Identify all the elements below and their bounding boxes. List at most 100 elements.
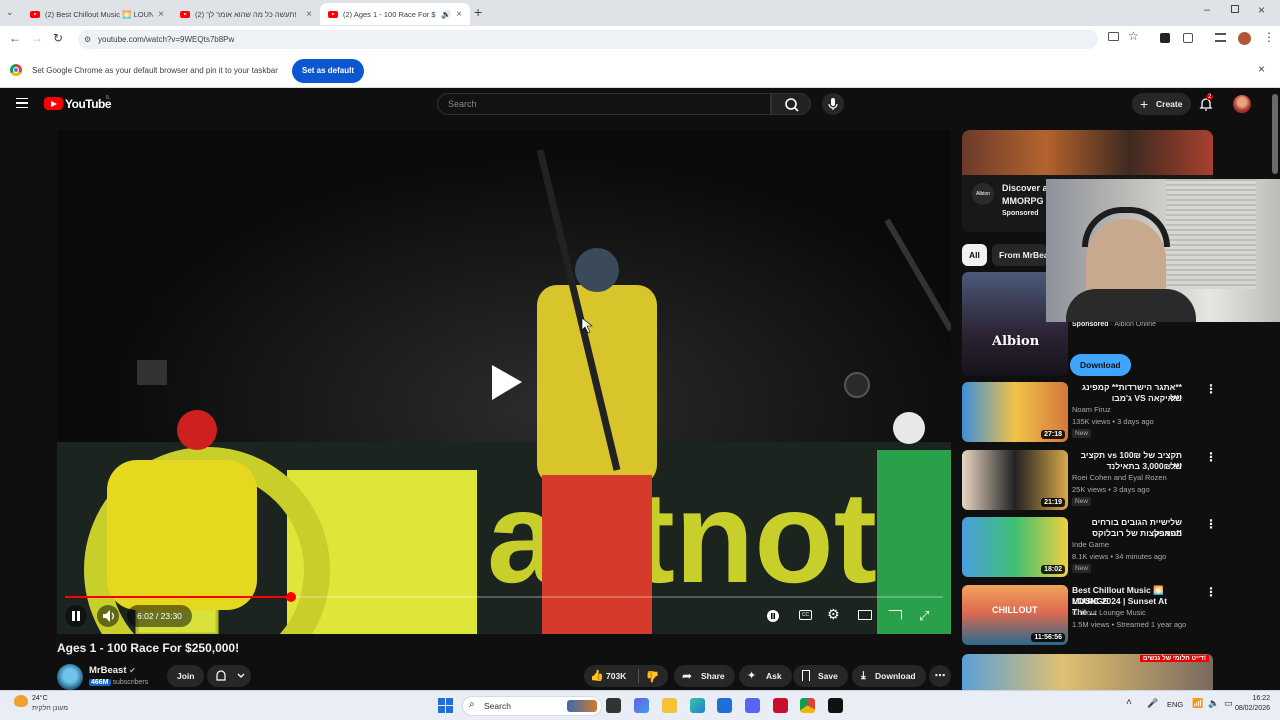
chip-from-channel[interactable]: From MrBea xyxy=(992,244,1048,266)
autoplay-toggle[interactable] xyxy=(765,608,781,624)
share-label: Share xyxy=(701,671,725,681)
taskbar-search[interactable]: ⌕ Search xyxy=(462,696,602,716)
recommendation-thumbnail[interactable]: 18:02 xyxy=(962,517,1068,577)
reload-button[interactable]: ↻ xyxy=(53,31,63,45)
edge-icon[interactable] xyxy=(690,698,705,713)
recommendation-channel[interactable]: Inde Game xyxy=(1072,540,1109,549)
page-scrollbar[interactable] xyxy=(1272,94,1278,174)
subtitles-icon[interactable]: CC xyxy=(799,610,812,620)
download-button[interactable]: ⤓ Download xyxy=(852,665,926,687)
install-app-icon[interactable] xyxy=(1108,32,1119,41)
extension-icon[interactable] xyxy=(1160,33,1170,43)
clock-time[interactable]: 16:22 xyxy=(1238,695,1270,702)
search-input[interactable]: Search xyxy=(437,93,771,115)
channel-avatar[interactable] xyxy=(57,664,83,690)
volume-tray-icon[interactable]: 🔈 xyxy=(1208,698,1219,709)
tab-best-chillout[interactable]: (2) Best Chillout Music 🌅 LOUNGE × xyxy=(22,3,172,25)
voice-search-button[interactable] xyxy=(822,93,844,115)
subscribe-bell-button[interactable] xyxy=(207,665,251,687)
channel-name[interactable]: MrBeast xyxy=(89,665,127,676)
more-options-icon[interactable]: ⋮ xyxy=(1205,450,1217,464)
account-avatar[interactable] xyxy=(1233,95,1251,113)
recommendation-title-line2[interactable]: !!!איקאה VS ג'מבו xyxy=(1072,393,1182,404)
close-tab-icon[interactable]: × xyxy=(306,9,312,20)
thumbs-down-icon[interactable]: 👍 xyxy=(646,665,660,687)
guide-menu-icon[interactable] xyxy=(16,98,28,108)
chrome-menu-icon[interactable]: ⋮ xyxy=(1263,30,1275,44)
volume-button[interactable] xyxy=(97,605,119,627)
media-control-icon[interactable] xyxy=(1215,33,1226,42)
close-window-button[interactable]: × xyxy=(1258,3,1265,17)
recommendation-channel[interactable]: Noam Firuz xyxy=(1072,405,1111,414)
file-explorer-icon[interactable] xyxy=(662,698,677,713)
youtube-logo-text[interactable]: YouTube xyxy=(65,97,112,111)
discord-icon[interactable] xyxy=(745,698,760,713)
more-options-icon[interactable]: ⋮ xyxy=(1205,517,1217,531)
wifi-icon[interactable]: 📶 xyxy=(1192,698,1203,709)
close-infobar-icon[interactable]: × xyxy=(1258,62,1265,76)
maximize-button[interactable] xyxy=(1231,5,1239,13)
language-indicator[interactable]: ENG xyxy=(1167,700,1183,709)
close-tab-icon[interactable]: × xyxy=(158,9,164,20)
more-options-icon[interactable]: ⋮ xyxy=(1205,585,1217,599)
recommendation-channel[interactable]: Roei Cohen and Eyal Rozen xyxy=(1072,473,1167,482)
close-tab-icon[interactable]: × xyxy=(456,9,462,20)
site-info-icon[interactable]: ⚙ xyxy=(84,30,91,49)
albion-download-button[interactable]: Download xyxy=(1070,354,1131,376)
tab-hebrew-video[interactable]: (2) תעשה כל מה שהוא אומר לך! × xyxy=(172,3,320,25)
notifications-button[interactable]: 2 xyxy=(1199,94,1214,111)
save-button[interactable]: Save xyxy=(793,665,848,687)
recommendation-thumbnail[interactable]: CHILLOUT 11:56:56 xyxy=(962,585,1068,645)
task-view-icon[interactable] xyxy=(606,698,621,713)
tab-ages-race[interactable]: (2) Ages 1 - 100 Race For $ 🔊 × xyxy=(320,3,470,25)
youtube-logo-icon[interactable] xyxy=(44,97,63,110)
new-tab-button[interactable]: + xyxy=(474,4,482,20)
join-button[interactable]: Join xyxy=(167,665,205,687)
back-button[interactable]: ← xyxy=(9,31,21,45)
video-player[interactable]: actnot 6:02 / 23:30 CC ⚙ ⤢ xyxy=(57,130,951,634)
more-actions-button[interactable]: ⋯ xyxy=(929,665,951,687)
settings-gear-icon[interactable]: ⚙ xyxy=(827,606,840,623)
recommendation-thumbnail-partial[interactable]: דייט חלומי של גנשים! xyxy=(962,654,1213,690)
weather-icon[interactable] xyxy=(14,695,28,707)
thumbs-up-icon[interactable]: 👍 xyxy=(590,665,604,687)
minimize-button[interactable]: – xyxy=(1204,4,1210,16)
copilot-icon[interactable] xyxy=(634,698,649,713)
fullscreen-icon[interactable]: ⤢ xyxy=(919,608,929,624)
tab-search-icon[interactable]: ⌄ xyxy=(6,7,14,18)
miniplayer-icon[interactable] xyxy=(858,610,872,620)
scrubber-handle[interactable] xyxy=(285,592,296,602)
recording-app-icon[interactable] xyxy=(828,698,843,713)
store-icon[interactable] xyxy=(717,698,732,713)
extensions-puzzle-icon[interactable] xyxy=(1183,33,1193,43)
cast-icon[interactable] xyxy=(888,610,902,620)
more-options-icon[interactable]: ⋮ xyxy=(1205,382,1217,396)
clock-date[interactable]: 08/02/2026 xyxy=(1228,705,1270,712)
recommendation-channel[interactable]: Chillout Lounge Music xyxy=(1072,608,1146,617)
weather-desc: מעונן חלקית xyxy=(32,705,69,712)
recommendation-thumbnail[interactable]: 21:19 xyxy=(962,450,1068,510)
chrome-taskbar-icon[interactable] xyxy=(800,698,815,713)
like-count[interactable]: 703K xyxy=(606,665,626,687)
channel-name-row[interactable]: MrBeast ✔ xyxy=(89,665,136,676)
bookmark-star-icon[interactable]: ☆ xyxy=(1128,29,1139,43)
recommendation-title-line2[interactable]: !!המפלצות של רובלוקס xyxy=(1072,528,1182,539)
app-icon[interactable] xyxy=(773,698,788,713)
pause-button[interactable] xyxy=(65,605,87,627)
address-bar[interactable]: ⚙ youtube.com/watch?v=9WEQts7b8Pw xyxy=(78,30,1098,49)
search-button[interactable] xyxy=(771,93,811,115)
recommendation-thumbnail[interactable]: 27:18 xyxy=(962,382,1068,442)
microphone-tray-icon[interactable]: 🎤 xyxy=(1147,698,1158,709)
chip-all[interactable]: All xyxy=(962,244,987,266)
progress-bar[interactable] xyxy=(65,592,943,602)
ask-button[interactable]: ✦ Ask xyxy=(739,665,792,687)
create-button[interactable]: + Create xyxy=(1132,93,1192,115)
audio-playing-icon[interactable]: 🔊 xyxy=(441,10,451,19)
share-button[interactable]: ➦ Share xyxy=(674,665,735,687)
forward-button[interactable]: → xyxy=(31,31,43,45)
set-as-default-button[interactable]: Set as default xyxy=(292,59,365,83)
windows-start-button[interactable] xyxy=(438,698,453,713)
show-hidden-icons-icon[interactable]: ˄ xyxy=(1126,697,1132,708)
profile-avatar[interactable] xyxy=(1238,32,1251,45)
recommendation-title-line2[interactable]: !!! 3,000₪ בתאילנד xyxy=(1072,461,1182,472)
